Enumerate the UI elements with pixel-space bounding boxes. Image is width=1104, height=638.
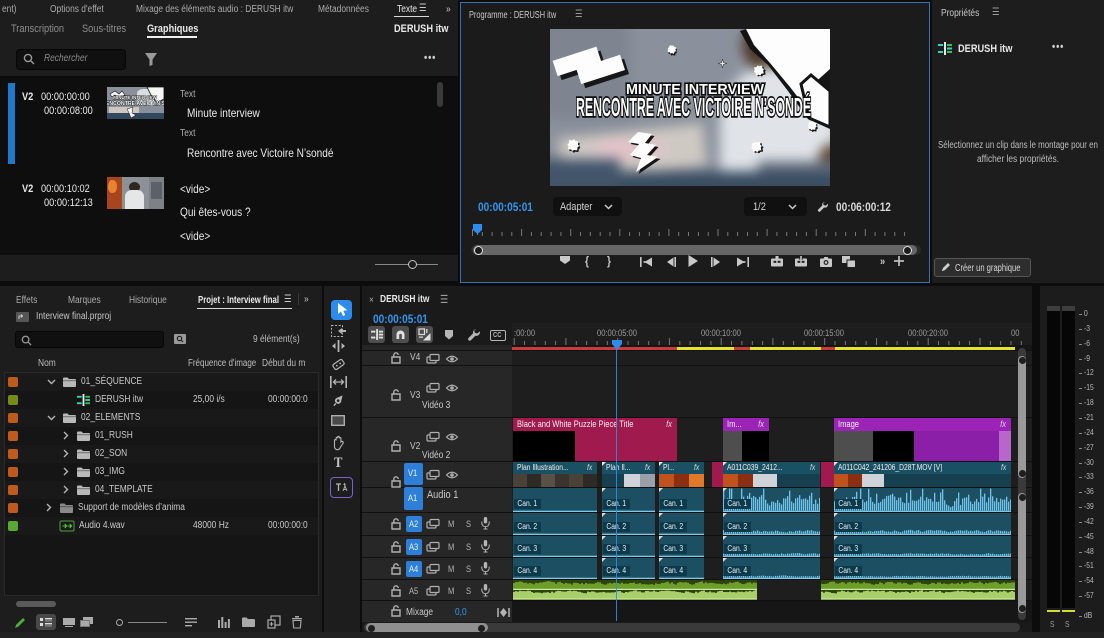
svg-text:RENCONTRE AVEC VICTOIRE N’SOND: RENCONTRE AVEC VICTOIRE N’SONDÉ — [576, 92, 811, 122]
svg-text:MINUTE INTERVIEW: MINUTE INTERVIEW — [113, 95, 157, 100]
svg-text:RENCONTRE AVEC V.N’S: RENCONTRE AVEC V.N’S — [107, 101, 164, 107]
